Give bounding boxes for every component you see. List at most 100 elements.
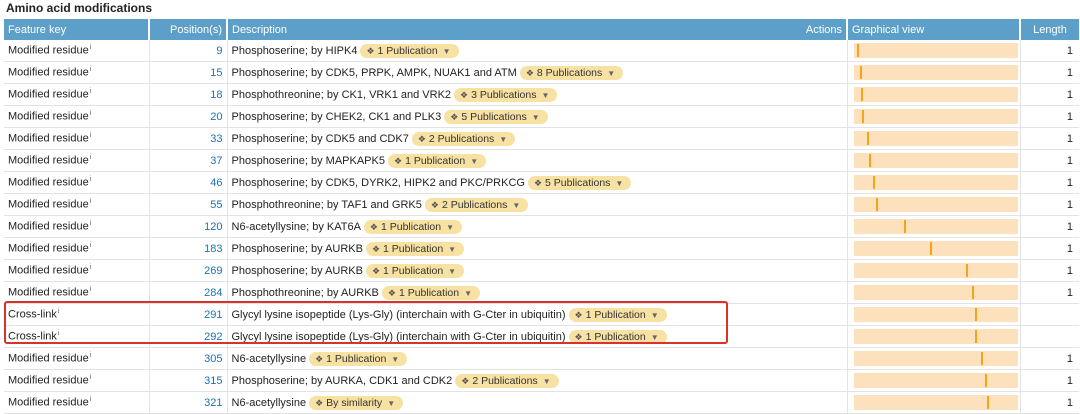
info-icon[interactable]: i [90, 198, 92, 205]
publication-label: 2 Publications [428, 132, 495, 145]
header-length[interactable]: Length [1020, 19, 1079, 40]
sequence-track[interactable] [853, 219, 1018, 234]
sequence-track[interactable] [853, 43, 1018, 58]
header-feature-key[interactable]: Feature key [4, 19, 150, 40]
info-icon[interactable]: i [90, 44, 92, 51]
header-positions[interactable]: Position(s) [149, 19, 228, 40]
position-marker[interactable] [972, 286, 974, 299]
publication-badge[interactable]: ❖ 1 Publication ▼ [365, 263, 465, 278]
position-marker[interactable] [857, 44, 860, 57]
description-cell: Phosphoserine; by AURKB ❖ 1 Publication ▼ [227, 259, 848, 282]
info-icon[interactable]: i [90, 88, 92, 95]
sequence-track[interactable] [853, 131, 1018, 146]
position-marker[interactable] [984, 374, 987, 387]
info-icon[interactable]: i [90, 396, 92, 403]
position-link[interactable]: 55 [149, 193, 228, 216]
publication-label: 1 Publication [326, 352, 387, 365]
position-marker[interactable] [867, 132, 870, 145]
position-link[interactable]: 37 [149, 149, 228, 172]
info-icon[interactable]: i [90, 352, 92, 359]
position-marker[interactable] [861, 110, 864, 123]
sequence-track[interactable] [853, 395, 1018, 410]
position-marker[interactable] [903, 220, 906, 233]
position-link[interactable]: 315 [149, 369, 228, 392]
position-marker[interactable] [975, 330, 978, 343]
position-marker[interactable] [868, 154, 871, 167]
sequence-track[interactable] [853, 87, 1018, 102]
info-icon[interactable]: i [90, 286, 92, 293]
tag-icon: ❖ [574, 331, 583, 342]
sequence-track[interactable] [853, 329, 1018, 344]
publication-badge[interactable]: ❖ 1 Publication ▼ [568, 329, 667, 344]
position-link[interactable]: 305 [149, 347, 228, 370]
info-icon[interactable]: i [90, 176, 92, 183]
position-marker[interactable] [965, 264, 968, 277]
publication-badge[interactable]: ❖ 5 Publications ▼ [527, 175, 632, 190]
position-marker[interactable] [980, 352, 983, 365]
publication-badge[interactable]: ❖ 1 Publication ▼ [568, 307, 667, 322]
sequence-track[interactable] [853, 197, 1018, 212]
info-icon[interactable]: i [90, 66, 92, 73]
info-icon[interactable]: i [90, 132, 92, 139]
info-icon[interactable]: i [58, 308, 60, 315]
description-text: N6-acetyllysine [231, 352, 307, 365]
sequence-track[interactable] [853, 241, 1018, 256]
description-text: N6-acetyllysine; by KAT6A [231, 220, 361, 233]
position-link[interactable]: 284 [149, 281, 228, 304]
position-link[interactable]: 292 [149, 325, 228, 348]
length-value: 1 [1020, 237, 1079, 260]
info-icon[interactable]: i [90, 242, 92, 249]
position-marker[interactable] [929, 242, 932, 255]
position-link[interactable]: 9 [149, 40, 228, 62]
info-icon[interactable]: i [90, 110, 92, 117]
position-marker[interactable] [861, 88, 863, 101]
sequence-track[interactable] [853, 65, 1018, 80]
publication-badge[interactable]: ❖ 1 Publication ▼ [387, 153, 487, 168]
publication-badge[interactable]: ❖ 8 Publications ▼ [519, 65, 624, 80]
sequence-track[interactable] [853, 175, 1018, 190]
position-link[interactable]: 15 [149, 61, 228, 84]
position-marker[interactable] [987, 396, 990, 409]
info-icon[interactable]: i [90, 220, 92, 227]
position-link[interactable]: 33 [149, 127, 228, 150]
position-link[interactable]: 20 [149, 105, 228, 128]
position-link[interactable]: 269 [149, 259, 228, 282]
description-text: Phosphoserine; by AURKB [231, 264, 363, 277]
publication-badge[interactable]: ❖ 1 Publication ▼ [363, 219, 463, 234]
publication-badge[interactable]: ❖ 1 Publication ▼ [309, 351, 408, 366]
sequence-track[interactable] [853, 373, 1018, 388]
position-link[interactable]: 46 [149, 171, 228, 194]
publication-badge[interactable]: ❖ 2 Publications ▼ [455, 373, 559, 388]
publication-badge[interactable]: ❖ 3 Publications ▼ [454, 87, 558, 102]
publication-badge[interactable]: ❖ 1 Publication ▼ [381, 285, 480, 300]
description-cell: Phosphoserine; by CDK5 and CDK7 ❖ 2 Public… [227, 127, 848, 150]
position-marker[interactable] [876, 198, 879, 211]
publication-badge[interactable]: ❖ By similarity ▼ [309, 395, 404, 410]
sequence-track[interactable] [853, 285, 1018, 300]
position-link[interactable]: 120 [149, 215, 228, 238]
sequence-track[interactable] [853, 109, 1018, 124]
info-icon[interactable]: i [58, 330, 60, 337]
position-marker[interactable] [859, 66, 862, 79]
publication-badge[interactable]: ❖ 1 Publication ▼ [365, 241, 465, 256]
info-icon[interactable]: i [90, 374, 92, 381]
publication-label: 2 Publications [472, 374, 538, 387]
info-icon[interactable]: i [90, 264, 92, 271]
info-icon[interactable]: i [90, 154, 92, 161]
publication-badge[interactable]: ❖ 2 Publications ▼ [411, 131, 516, 146]
sequence-track[interactable] [853, 153, 1018, 168]
position-link[interactable]: 291 [149, 303, 228, 326]
feature-key: Modified residue [8, 220, 89, 233]
sequence-track[interactable] [853, 263, 1018, 278]
publication-badge[interactable]: ❖ 1 Publication ▼ [360, 43, 459, 58]
position-link[interactable]: 183 [149, 237, 228, 260]
publication-badge[interactable]: ❖ 2 Publications ▼ [424, 197, 529, 212]
position-link[interactable]: 18 [149, 83, 228, 106]
position-marker[interactable] [974, 308, 977, 321]
position-link[interactable]: 321 [149, 391, 228, 414]
sequence-track[interactable] [853, 307, 1018, 322]
position-marker[interactable] [872, 176, 875, 189]
publication-badge[interactable]: ❖ 5 Publications ▼ [444, 109, 548, 124]
feature-key-cell: Modified residuei [4, 347, 150, 370]
sequence-track[interactable] [853, 351, 1018, 366]
